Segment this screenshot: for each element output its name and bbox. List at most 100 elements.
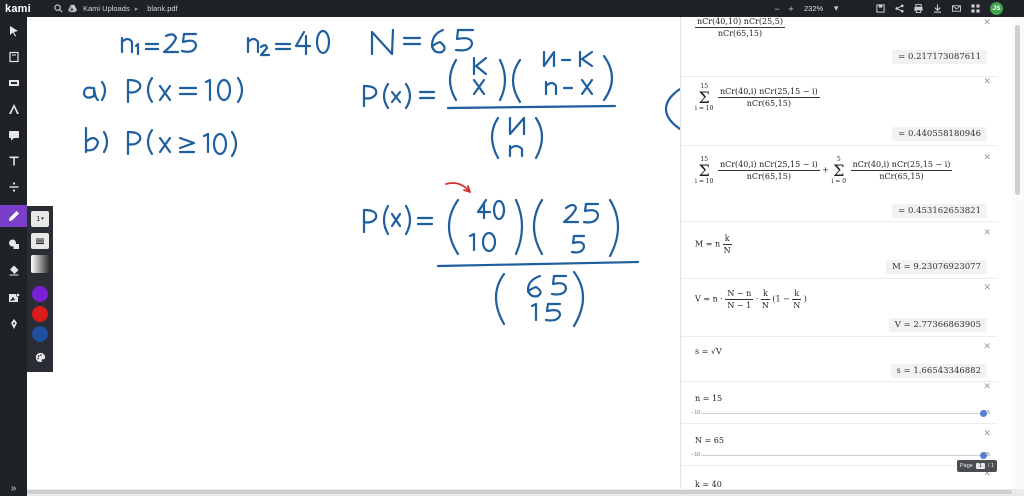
slider-min-label: −10 xyxy=(691,410,701,416)
book-icon[interactable] xyxy=(0,46,27,68)
fraction-numerator: k xyxy=(792,289,802,300)
highlight-tool-icon[interactable] xyxy=(0,72,27,94)
fraction: nCr(40,10) nCr(25,5) nCr(65,15) xyxy=(695,17,785,38)
color-swatch-blue[interactable] xyxy=(32,326,48,342)
search-icon[interactable] xyxy=(51,2,65,16)
expression-variance[interactable]: V = n · N − n N − 1 · k N (1 − k N ) xyxy=(695,289,807,310)
chevron-down-icon[interactable]: ▾ xyxy=(829,2,843,16)
scrollbar-thumb[interactable] xyxy=(27,490,1012,494)
fraction: k N xyxy=(760,289,770,310)
zoom-out-button[interactable]: − xyxy=(770,2,784,16)
mail-icon[interactable] xyxy=(949,2,963,16)
text-tool-icon[interactable] xyxy=(0,150,27,172)
slider-max-label: 65 xyxy=(984,452,991,458)
slider-track[interactable] xyxy=(701,455,983,456)
expression-population-size[interactable]: N = 65 xyxy=(695,436,724,445)
delete-expression-icon[interactable]: ✕ xyxy=(983,428,991,439)
sum-symbol: 15 Σ i = 10 xyxy=(695,83,713,112)
expression-row[interactable]: k = 40 ✕ xyxy=(681,466,998,489)
fraction-denominator: N xyxy=(723,246,731,255)
delete-expression-icon[interactable]: ✕ xyxy=(983,341,991,352)
drive-icon[interactable] xyxy=(65,2,79,16)
delete-expression-icon[interactable]: ✕ xyxy=(983,282,991,293)
sum-symbol: 15 Σ i = 10 xyxy=(695,156,713,185)
text-style-icon[interactable] xyxy=(0,98,27,120)
expression-row[interactable]: M = n k N M = 9.23076923077 ✕ xyxy=(681,222,998,279)
calculator-panel: nCr(40,10) nCr(25,5) nCr(65,15) = 0.2171… xyxy=(680,17,998,489)
zoom-in-button[interactable]: + xyxy=(784,2,798,16)
opacity-gradient-icon[interactable] xyxy=(31,255,49,273)
comment-icon[interactable] xyxy=(0,124,27,146)
zoom-level[interactable]: 232% xyxy=(804,4,823,13)
pen-size-value: 1 xyxy=(36,215,41,223)
breadcrumb-file[interactable]: blank.pdf xyxy=(147,4,177,13)
delete-expression-icon[interactable]: ✕ xyxy=(983,17,991,28)
delete-expression-icon[interactable]: ✕ xyxy=(983,227,991,238)
fraction: nCr(40,i) nCr(25,15 − i) nCr(65,15) xyxy=(850,160,953,181)
delete-expression-icon[interactable]: ✕ xyxy=(983,76,991,87)
sigma-icon: Σ xyxy=(698,161,710,180)
page-total: / 1 xyxy=(987,463,995,469)
download-icon[interactable] xyxy=(930,2,944,16)
fraction: k N xyxy=(792,289,802,310)
pen-size-dropdown[interactable]: 1 ▾ xyxy=(31,211,49,227)
expression-row[interactable]: 15 Σ i = 10 nCr(40,i) nCr(25,15 − i) nCr… xyxy=(681,76,998,146)
line-style-icon[interactable] xyxy=(31,233,49,249)
fraction-denominator: N − 1 xyxy=(727,301,752,310)
breadcrumb-folder[interactable]: Kami Uploads xyxy=(83,4,130,13)
expression-std-dev[interactable]: s = √V xyxy=(695,347,722,356)
expression-row[interactable]: s = √V s = 1.66543346882 ✕ xyxy=(681,337,998,382)
expression-mean[interactable]: M = n k N xyxy=(695,234,732,255)
kami-app: kami Kami Uploads ▸ blank.pdf − + 232% ▾ xyxy=(0,0,1024,496)
expression-sum-plus[interactable]: 15 Σ i = 10 nCr(40,i) nCr(25,15 − i) nCr… xyxy=(695,156,953,185)
fraction-denominator: N xyxy=(761,301,769,310)
image-add-icon[interactable] xyxy=(0,287,27,309)
grid-apps-icon[interactable] xyxy=(968,2,982,16)
slider-max-label: 15 xyxy=(984,410,991,416)
fraction-numerator: nCr(40,i) nCr(25,15 − i) xyxy=(850,160,953,171)
print-icon[interactable] xyxy=(911,2,925,16)
expression-row[interactable]: 15 Σ i = 10 nCr(40,i) nCr(25,15 − i) nCr… xyxy=(681,146,998,222)
sum-lower: i = 10 xyxy=(695,105,714,112)
breadcrumb-separator-icon: ▸ xyxy=(134,5,139,13)
scrollbar-thumb[interactable] xyxy=(1015,25,1020,195)
paren-close: ) xyxy=(803,294,807,304)
fraction: N − n N − 1 xyxy=(725,289,754,310)
page-indicator: Page 1 / 1 xyxy=(957,460,997,472)
expression-fraction[interactable]: nCr(40,10) nCr(25,5) nCr(65,15) xyxy=(695,17,785,38)
select-tool-icon[interactable] xyxy=(0,20,27,42)
pen-tool-icon[interactable] xyxy=(0,205,27,227)
expression-sum[interactable]: 15 Σ i = 10 nCr(40,i) nCr(25,15 − i) nCr… xyxy=(695,83,820,112)
page-label: Page xyxy=(959,463,973,469)
signature-tool-icon[interactable] xyxy=(0,313,27,335)
delete-expression-icon[interactable]: ✕ xyxy=(983,381,991,392)
user-avatar[interactable]: JS xyxy=(990,2,1003,15)
sum-symbol: 5 Σ i = 0 xyxy=(832,156,847,185)
fraction: k N xyxy=(722,234,732,255)
delete-expression-icon[interactable]: ✕ xyxy=(983,152,991,163)
color-swatch-red[interactable] xyxy=(32,306,48,322)
expression-sample-size[interactable]: n = 15 xyxy=(695,394,722,403)
slider-track[interactable] xyxy=(701,413,983,414)
palette-icon[interactable] xyxy=(31,349,49,365)
expression-result: V = 2.77366863905 xyxy=(888,318,987,332)
page-number-input[interactable]: 1 xyxy=(975,463,985,469)
header-actions: JS xyxy=(873,0,1003,17)
slider-row[interactable]: N = 65 −10 65 ✕ xyxy=(681,424,998,466)
fraction-denominator: nCr(65,15) xyxy=(879,172,924,181)
horizontal-scrollbar[interactable] xyxy=(27,489,1024,496)
color-swatch-purple[interactable] xyxy=(32,286,48,302)
eraser-tool-icon[interactable] xyxy=(0,259,27,281)
share-icon[interactable] xyxy=(892,2,906,16)
expression-row[interactable]: nCr(40,10) nCr(25,5) nCr(65,15) = 0.2171… xyxy=(681,17,998,77)
expression-success-size[interactable]: k = 40 xyxy=(695,480,722,489)
equation-icon[interactable] xyxy=(0,176,27,198)
save-icon[interactable] xyxy=(873,2,887,16)
expand-chevrons-icon[interactable]: » xyxy=(0,477,27,496)
fraction-numerator: k xyxy=(760,289,770,300)
handwriting-ink xyxy=(82,28,680,328)
expression-row[interactable]: V = n · N − n N − 1 · k N (1 − k N ) V =… xyxy=(681,279,998,337)
shapes-tool-icon[interactable] xyxy=(0,233,27,255)
vertical-scrollbar[interactable] xyxy=(1012,17,1024,489)
slider-row[interactable]: n = 15 −10 15 ✕ xyxy=(681,381,998,424)
